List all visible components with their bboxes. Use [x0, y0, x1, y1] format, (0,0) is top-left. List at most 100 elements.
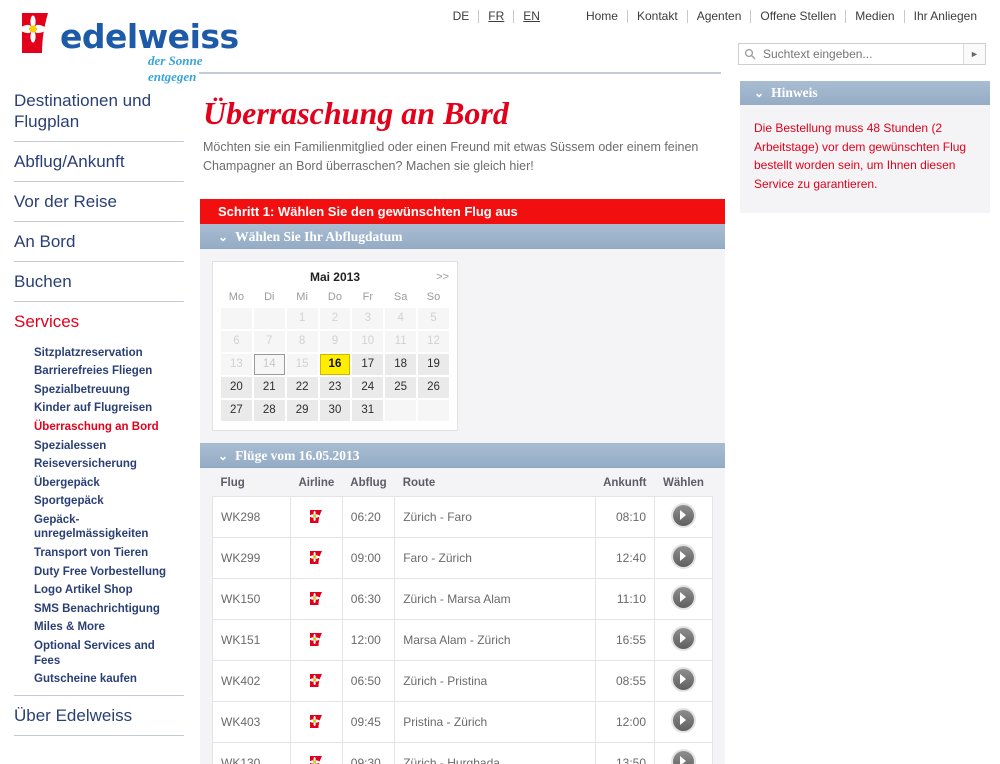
- nav-link-offene-stellen[interactable]: Offene Stellen: [751, 9, 845, 23]
- date-picker-calendar[interactable]: Mai 2013 >> Mo Di Mi Do Fr Sa So 1 2 3 4…: [212, 260, 458, 431]
- calendar-next-month-button[interactable]: >>: [436, 267, 449, 287]
- select-arrow-icon[interactable]: [673, 586, 694, 608]
- chevron-down-icon: ⌄: [218, 448, 229, 463]
- nav-link-home[interactable]: Home: [577, 9, 627, 23]
- notice-panel-header[interactable]: ⌄ Hinweis: [740, 81, 990, 105]
- calendar-day-30[interactable]: 30: [319, 399, 351, 421]
- calendar-day-21[interactable]: 21: [253, 376, 285, 398]
- calendar-day-26[interactable]: 26: [418, 376, 449, 398]
- edelweiss-tail-icon: [308, 714, 325, 729]
- nav-link-kontakt[interactable]: Kontakt: [628, 9, 687, 23]
- sidebar-subitem-transport-von-tieren[interactable]: Transport von Tieren: [14, 544, 184, 563]
- nav-link-agenten[interactable]: Agenten: [688, 9, 751, 23]
- sidebar-subitem-optional-services-and-fees[interactable]: Optional Services and Fees: [14, 637, 184, 670]
- calendar-day-29[interactable]: 29: [286, 399, 318, 421]
- sidebar-subitem-ueberraschung-an-bord[interactable]: Überraschung an Bord: [14, 418, 184, 437]
- divider: [14, 301, 184, 303]
- weekday-fr: Fr: [362, 290, 373, 303]
- search-input[interactable]: [761, 46, 963, 62]
- arrival-time-cell: 11:10: [594, 577, 656, 620]
- weekday-do: Do: [327, 290, 342, 303]
- select-cell[interactable]: [654, 700, 713, 743]
- sidebar-subitem-spezialbetreuung[interactable]: Spezialbetreuung: [14, 381, 184, 400]
- flight-number-cell: WK402: [212, 659, 291, 702]
- calendar-day-17[interactable]: 17: [352, 353, 384, 375]
- flight-row[interactable]: WK402 06:50 Zürich - Pristina 08:55: [212, 659, 713, 702]
- select-cell[interactable]: [654, 577, 713, 620]
- flights-table: Flug Airline Abflug Route Ankunft Wählen…: [212, 468, 713, 764]
- sidebar-subitem-kinder-auf-flugreisen[interactable]: Kinder auf Flugreisen: [14, 399, 184, 418]
- calendar-day-28[interactable]: 28: [253, 399, 285, 421]
- sidebar-subitem-sportgepaeck[interactable]: Sportgepäck: [14, 492, 184, 511]
- departure-time-cell: 06:50: [341, 659, 396, 702]
- sidebar-item-vor-der-reise[interactable]: Vor der Reise: [14, 187, 184, 221]
- calendar-day-16[interactable]: 16: [319, 353, 351, 375]
- flight-row[interactable]: WK298 06:20 Zürich - Faro 08:10: [212, 495, 713, 538]
- select-arrow-icon[interactable]: [673, 709, 694, 731]
- accordion-header-flights[interactable]: ⌄ Flüge vom 16.05.2013: [200, 442, 725, 468]
- lang-de[interactable]: DE: [444, 9, 479, 23]
- select-arrow-icon[interactable]: [673, 504, 694, 526]
- select-arrow-icon[interactable]: [673, 545, 694, 567]
- select-arrow-icon[interactable]: [673, 750, 694, 764]
- sidebar-subitem-duty-free-vorbestellung[interactable]: Duty Free Vorbestellung: [14, 563, 184, 582]
- departure-time-cell: 09:30: [341, 741, 396, 764]
- sidebar-subitem-reiseversicherung[interactable]: Reiseversicherung: [14, 455, 184, 474]
- flight-row[interactable]: WK130 09:30 Zürich - Hurghada 13:50: [212, 741, 713, 764]
- select-arrow-icon[interactable]: [673, 668, 694, 690]
- sidebar-item-buchen[interactable]: Buchen: [14, 267, 184, 301]
- sidebar-item-abflug-ankunft[interactable]: Abflug/Ankunft: [14, 147, 184, 181]
- sidebar-subitem-sitzplatzreservation[interactable]: Sitzplatzreservation: [14, 344, 184, 363]
- sidebar-subitem-sms-benachrichtigung[interactable]: SMS Benachrichtigung: [14, 600, 184, 619]
- sidebar-subitem-gutscheine-kaufen[interactable]: Gutscheine kaufen: [14, 670, 184, 689]
- chevron-down-icon: ⌄: [754, 86, 765, 100]
- divider: [14, 734, 184, 736]
- airline-cell: [290, 536, 343, 579]
- calendar-day-31[interactable]: 31: [352, 399, 384, 421]
- calendar-day-25[interactable]: 25: [385, 376, 417, 398]
- notice-panel: ⌄ Hinweis Die Bestellung muss 48 Stunden …: [740, 81, 990, 214]
- calendar-day-20[interactable]: 20: [221, 376, 252, 398]
- select-cell[interactable]: [654, 495, 713, 538]
- search-submit-button[interactable]: ►: [963, 44, 985, 64]
- sidebar-subitem-spezialessen[interactable]: Spezialessen: [14, 437, 184, 456]
- flight-row[interactable]: WK403 09:45 Pristina - Zürich 12:00: [212, 700, 713, 743]
- accordion-header-departure-date[interactable]: ⌄ Wählen Sie Ihr Abflugdatum: [200, 223, 725, 249]
- flight-row[interactable]: WK150 06:30 Zürich - Marsa Alam 11:10: [212, 577, 713, 620]
- select-cell[interactable]: [654, 618, 713, 661]
- departure-time-cell: 09:00: [341, 536, 396, 579]
- calendar-day-18[interactable]: 18: [385, 353, 417, 375]
- sidebar-subitem-miles-and-more[interactable]: Miles & More: [14, 618, 184, 637]
- flight-row[interactable]: WK299 09:00 Faro - Zürich 12:40: [212, 536, 713, 579]
- flight-number-cell: WK151: [212, 618, 291, 661]
- calendar-day-23[interactable]: 23: [319, 376, 351, 398]
- nav-link-medien[interactable]: Medien: [846, 9, 903, 23]
- sidebar-subitem-barrierefreies-fliegen[interactable]: Barrierefreies Fliegen: [14, 362, 184, 381]
- lang-fr[interactable]: FR: [479, 9, 513, 23]
- sidebar-item-ueber-edelweiss[interactable]: Über Edelweiss: [14, 701, 184, 735]
- lang-en[interactable]: EN: [514, 9, 549, 23]
- nav-link-ihr-anliegen[interactable]: Ihr Anliegen: [905, 9, 986, 23]
- select-cell[interactable]: [654, 659, 713, 702]
- calendar-day-19[interactable]: 19: [418, 353, 449, 375]
- site-logo[interactable]: edelweiss der Sonne entgegen: [18, 9, 248, 84]
- calendar-weekday-row: Mo Di Mi Do Fr Sa So: [221, 289, 449, 306]
- edelweiss-tail-icon: [308, 550, 325, 565]
- search-bar[interactable]: ►: [738, 43, 986, 65]
- select-arrow-icon[interactable]: [673, 627, 694, 649]
- sidebar-subitem-uebergepaeck[interactable]: Übergepäck: [14, 474, 184, 493]
- sidebar-item-destinationen[interactable]: Destinationen und Flugplan: [14, 86, 184, 141]
- header-divider: [199, 72, 721, 74]
- select-cell[interactable]: [654, 536, 713, 579]
- flight-row[interactable]: WK151 12:00 Marsa Alam - Zürich 16:55: [212, 618, 713, 661]
- column-header-waehlen: Wählen: [663, 476, 704, 489]
- calendar-day-24[interactable]: 24: [352, 376, 384, 398]
- calendar-day-27[interactable]: 27: [221, 399, 252, 421]
- select-cell[interactable]: [654, 741, 713, 764]
- sidebar-subitem-logo-artikel-shop[interactable]: Logo Artikel Shop: [14, 581, 184, 600]
- sidebar-item-an-bord[interactable]: An Bord: [14, 227, 184, 261]
- sidebar-subitem-gepaeckunregelmaessigkeiten[interactable]: Gepäck-unregelmässigkeiten: [14, 511, 184, 544]
- calendar-day-22[interactable]: 22: [286, 376, 318, 398]
- airline-cell: [290, 700, 343, 743]
- sidebar-item-services[interactable]: Services: [14, 307, 184, 341]
